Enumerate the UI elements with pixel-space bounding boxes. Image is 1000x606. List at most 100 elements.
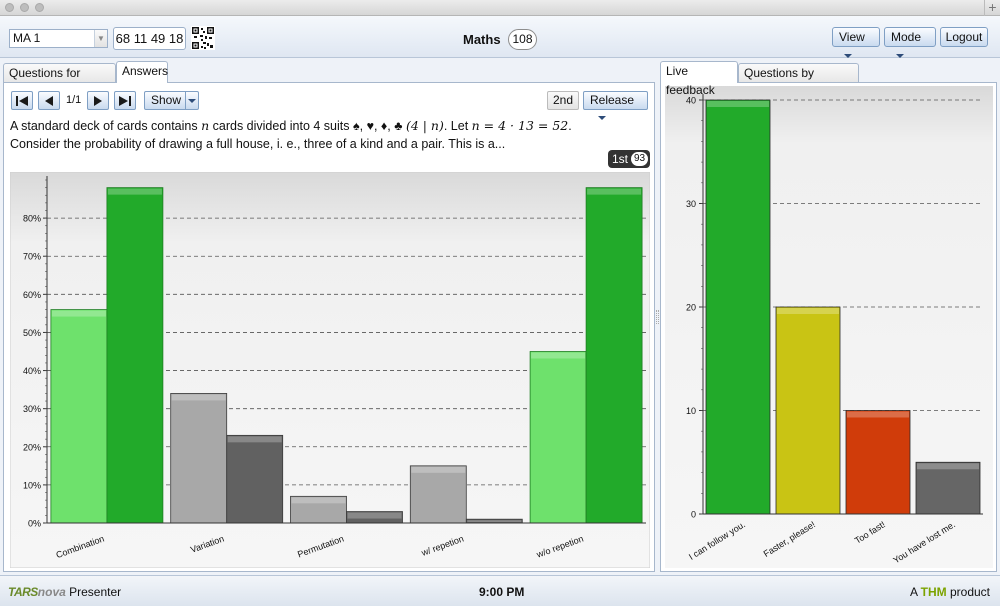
y-tick-label: 0% [28,519,41,529]
thm-logo: THM [920,585,947,599]
previous-question-button[interactable] [38,91,60,110]
math-divides: (4 | n) [405,118,444,133]
chevron-down-icon [844,53,852,58]
online-count-badge: 108 [508,29,537,50]
course-select-value: MA 1 [13,31,41,45]
tarsnova-logo: TARS [8,585,38,599]
skip-last-icon [119,96,131,106]
product-note-suffix: product [946,585,990,599]
round-tag-label: 1st [612,152,629,166]
feedback-bar [775,306,841,515]
page-title: Maths [463,32,501,47]
question-line-2: Consider the probability of drawing a fu… [10,137,506,151]
answer-bar [170,393,228,524]
panel-splitter[interactable] [656,310,659,324]
close-window-button[interactable] [5,3,14,12]
last-question-button[interactable] [114,91,136,110]
bar-highlight [291,497,346,504]
feedback-bar [845,410,911,515]
feedback-chart: 010203040I can follow you. Faster, please… [665,86,993,568]
next-question-button[interactable] [87,91,109,110]
release-button[interactable]: Release [583,91,648,120]
answer-bar [585,187,643,524]
skip-first-icon [16,96,28,106]
question-line-1: A standard deck of cards contains n card… [10,117,650,135]
bar-highlight [227,436,282,443]
y-tick-label: 0 [691,510,696,520]
y-tick-label: 70% [23,252,41,262]
question-text-part: cards divided into 4 suits ♠, ♥, ♦, ♣ [209,119,406,133]
bar-highlight [777,308,839,314]
qr-code-icon[interactable] [191,26,215,50]
minimize-window-button[interactable] [20,3,29,12]
y-tick-label: 60% [23,290,41,300]
show-button[interactable]: Show [144,91,199,110]
question-text-part: . [568,119,572,133]
tarsnova-logo-suffix: nova [37,585,66,599]
mode-menu-button[interactable]: Mode [884,27,936,58]
chevron-down-icon[interactable]: ▼ [94,30,107,47]
bar-highlight [531,352,586,359]
tab-questions-for-lecture[interactable]: Questions for lecture [3,63,116,99]
bar-highlight [587,188,642,195]
second-round-button[interactable]: 2nd [547,91,579,110]
bar-highlight [107,188,162,195]
course-select[interactable]: MA 1 ▼ [9,29,108,48]
release-button-label: Release [590,93,635,107]
math-n: n [201,118,210,133]
answer-bar [409,465,467,524]
y-tick-label: 50% [23,328,41,338]
y-tick-label: 80% [23,214,41,224]
y-tick-label: 20% [23,442,41,452]
plus-icon[interactable]: + [984,0,1000,16]
tab-questions-by-students[interactable]: Questions by students [738,63,859,99]
arrow-left-icon [45,96,53,106]
y-tick-label: 30% [23,404,41,414]
y-tick-label: 10% [23,480,41,490]
bar-highlight [51,310,106,317]
feedback-bar [705,99,771,515]
y-tick-label: 10 [686,406,696,416]
view-menu-label: View [839,30,865,44]
math-equation: n = 4 · 13 = 52 [471,118,569,133]
y-tick-label: 20 [686,303,696,313]
y-tick-label: 40% [23,366,41,376]
brand: TARSnova Presenter [8,585,121,599]
app-name: Presenter [65,585,122,599]
tab-live-feedback[interactable]: Live feedback [660,61,738,97]
view-menu-button[interactable]: View [832,27,880,58]
answer-bar [106,187,164,524]
answer-bar [50,309,108,524]
y-tick-label: 30 [686,199,696,209]
show-menu-toggle[interactable] [185,92,198,109]
mode-menu-label: Mode [891,30,922,44]
product-note-prefix: A [909,585,921,599]
feedback-bar [915,461,981,515]
bar-highlight [347,512,402,519]
question-text: A standard deck of cards contains n card… [10,117,650,153]
question-text-part: . Let [443,119,472,133]
window-titlebar: + [0,0,1000,16]
arrow-right-icon [94,96,102,106]
answer-bar [529,351,587,524]
tab-answers[interactable]: Answers [116,61,168,83]
bar-highlight [171,394,226,401]
product-note: A THM product [910,585,990,599]
footer-bar: TARSnova Presenter 9:00 PM A THM product [0,575,1000,606]
clock: 9:00 PM [479,585,525,599]
maximize-window-button[interactable] [35,3,44,12]
question-text-part: A standard deck of cards contains [10,119,202,133]
bar-highlight [707,101,769,107]
answer-bar [226,434,284,524]
logout-button[interactable]: Logout [940,27,988,47]
answers-chart: 0%10%20%30%40%50%60%70%80%Combination Var… [10,172,650,568]
bar-highlight [467,520,522,522]
round-tag: 1st 93 [608,150,650,168]
bar-highlight [847,411,909,418]
answer-count-badge: 93 [631,152,648,166]
first-question-button[interactable] [11,91,33,110]
question-pager: 1/1 [66,94,82,106]
bar-highlight [411,466,466,473]
show-button-label: Show [151,93,182,107]
chevron-down-icon [896,53,904,58]
